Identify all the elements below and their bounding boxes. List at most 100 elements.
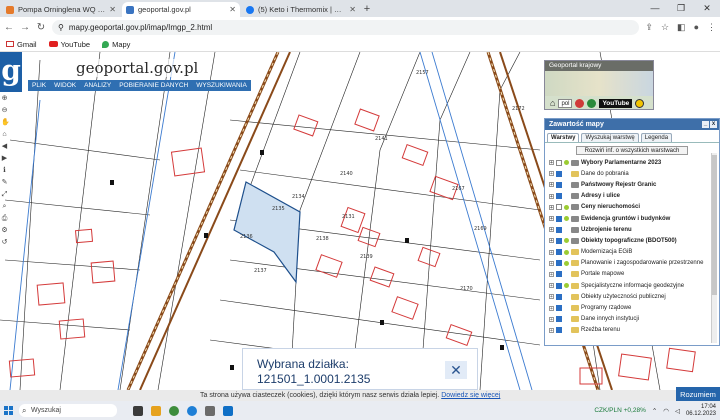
stock-ticker[interactable]: CZK/PLN +0,28%: [594, 407, 645, 414]
contact-icon[interactable]: [587, 98, 597, 108]
cookie-accept-button[interactable]: Rozumiem: [676, 387, 720, 402]
expand-icon[interactable]: +: [549, 204, 554, 210]
print-icon[interactable]: ⎙: [1, 214, 8, 223]
layer-checkbox[interactable]: [556, 237, 562, 244]
bookmark-gmail[interactable]: Gmail: [6, 40, 37, 49]
chrome-icon[interactable]: [169, 405, 179, 416]
task-view-icon[interactable]: [133, 405, 143, 416]
youtube-button[interactable]: YouTube: [599, 98, 633, 108]
close-tab-icon[interactable]: ✕: [109, 5, 116, 14]
back-icon[interactable]: ←: [4, 22, 14, 33]
layer-row[interactable]: + Wybory Parlamentarne 2023: [549, 157, 709, 168]
layer-row[interactable]: + Rzeźba terenu: [549, 325, 709, 336]
refresh-icon[interactable]: ↺: [1, 238, 8, 247]
layer-row[interactable]: + Uzbrojenie terenu: [549, 224, 709, 235]
menu-widok[interactable]: WIDOK: [50, 80, 80, 91]
language-select[interactable]: pol: [558, 98, 573, 108]
info-icon[interactable]: ℹ: [1, 166, 8, 175]
close-tab-icon[interactable]: ✕: [229, 5, 236, 14]
expand-icon[interactable]: +: [549, 271, 554, 277]
layer-row[interactable]: + Modernizacja EGiB: [549, 247, 709, 258]
chevron-up-icon[interactable]: ⌃: [652, 407, 657, 415]
file-explorer-icon[interactable]: [151, 405, 161, 416]
overview-minimap[interactable]: [545, 71, 653, 96]
layer-row[interactable]: + Planowanie i zagospodarowanie przestrze…: [549, 258, 709, 269]
expand-icon[interactable]: +: [549, 327, 554, 333]
layer-row[interactable]: + Dane innych instytucji: [549, 314, 709, 325]
minimize-panel-icon[interactable]: _: [702, 121, 709, 128]
expand-icon[interactable]: +: [549, 227, 554, 233]
close-popup-button[interactable]: ✕: [445, 361, 467, 379]
maximize-icon[interactable]: ❐: [668, 0, 694, 17]
minimize-icon[interactable]: —: [642, 0, 668, 17]
search-icon[interactable]: ⌕: [1, 202, 8, 211]
expand-icon[interactable]: +: [549, 249, 554, 255]
layer-row[interactable]: + Ewidencja gruntów i budynków: [549, 213, 709, 224]
expand-icon[interactable]: +: [549, 294, 554, 300]
layer-row[interactable]: + Obiekty topograficzne (BDOT500): [549, 235, 709, 246]
taskbar-search[interactable]: Wyszukaj: [19, 404, 117, 417]
windows-start-icon[interactable]: [4, 406, 13, 415]
layer-checkbox[interactable]: [556, 249, 562, 256]
browser-tab-pompa[interactable]: Pompa Orninglena WQ 180F (51... ✕: [2, 2, 120, 17]
previous-view-icon[interactable]: ◀: [1, 142, 8, 151]
eye-icon[interactable]: [635, 98, 645, 108]
settings-icon[interactable]: ⚙: [1, 226, 8, 235]
expand-icon[interactable]: +: [549, 193, 554, 199]
layer-checkbox[interactable]: [556, 327, 562, 334]
menu-icon[interactable]: ⋮: [707, 22, 716, 33]
browser-tab-geoportal[interactable]: geoportal.gov.pl ✕: [122, 2, 240, 17]
edge-icon[interactable]: [187, 405, 197, 416]
zoom-in-icon[interactable]: ⊕: [1, 94, 8, 103]
menu-analizy[interactable]: ANALIZY: [80, 80, 115, 91]
panel-scrollbar[interactable]: [711, 153, 717, 343]
reload-icon[interactable]: ↻: [36, 22, 46, 33]
tab-warstwy[interactable]: Warstwy: [547, 133, 580, 142]
scrollbar-thumb[interactable]: [712, 155, 717, 295]
geoportal-logo[interactable]: g: [0, 52, 22, 92]
bookmark-youtube[interactable]: YouTube: [48, 40, 90, 49]
close-tab-icon[interactable]: ✕: [349, 5, 356, 14]
menu-pobieranie-danych[interactable]: POBIERANIE DANYCH: [115, 80, 192, 91]
new-tab-button[interactable]: +: [360, 2, 374, 17]
expand-icon[interactable]: +: [549, 171, 554, 177]
expand-icon[interactable]: +: [549, 316, 554, 322]
layer-row[interactable]: + Programy rządowe: [549, 302, 709, 313]
layer-checkbox[interactable]: [556, 159, 562, 166]
layer-checkbox[interactable]: [556, 271, 562, 278]
menu-plik[interactable]: PLIK: [28, 80, 50, 91]
mail-icon[interactable]: [223, 405, 233, 416]
layer-row[interactable]: + Specjalistyczne informacje geodezyjne: [549, 280, 709, 291]
home-icon[interactable]: ⌂: [550, 98, 555, 108]
tab-legenda[interactable]: Legenda: [640, 133, 673, 142]
measure-icon[interactable]: ⤢: [1, 190, 8, 199]
layer-checkbox[interactable]: [556, 204, 562, 211]
expand-icon[interactable]: +: [549, 260, 554, 266]
layer-checkbox[interactable]: [556, 293, 562, 300]
layer-checkbox[interactable]: [556, 226, 562, 233]
browser-tab-facebook[interactable]: (5) Keto i Thermomix | Facebook ✕: [242, 2, 360, 17]
layer-checkbox[interactable]: [556, 181, 562, 188]
close-panel-icon[interactable]: x: [710, 121, 717, 128]
close-window-icon[interactable]: ✕: [694, 0, 720, 17]
profile-icon[interactable]: ●: [694, 22, 699, 33]
layer-checkbox[interactable]: [556, 282, 562, 289]
cookie-more-link[interactable]: Dowiedz się więcej: [441, 392, 500, 399]
layer-checkbox[interactable]: [556, 305, 562, 312]
help-icon[interactable]: [575, 98, 585, 108]
site-info-icon[interactable]: ⚲: [58, 23, 64, 32]
expand-icon[interactable]: +: [549, 182, 554, 188]
expand-icon[interactable]: +: [549, 160, 554, 166]
store-icon[interactable]: [205, 405, 215, 416]
layer-row[interactable]: + Obiekty użyteczności publicznej: [549, 291, 709, 302]
next-view-icon[interactable]: ▶: [1, 154, 8, 163]
layer-checkbox[interactable]: [556, 215, 562, 222]
layer-checkbox[interactable]: [556, 170, 562, 177]
draw-icon[interactable]: ✎: [1, 178, 8, 187]
layer-row[interactable]: + Ceny nieruchomości: [549, 202, 709, 213]
share-icon[interactable]: ⇪: [645, 22, 653, 33]
pan-icon[interactable]: ✋: [1, 118, 10, 127]
home-icon[interactable]: ⌂: [1, 130, 8, 139]
layer-row[interactable]: + Dane do pobrania: [549, 168, 709, 179]
menu-wyszukiwania[interactable]: WYSZUKIWANIA: [192, 80, 251, 91]
